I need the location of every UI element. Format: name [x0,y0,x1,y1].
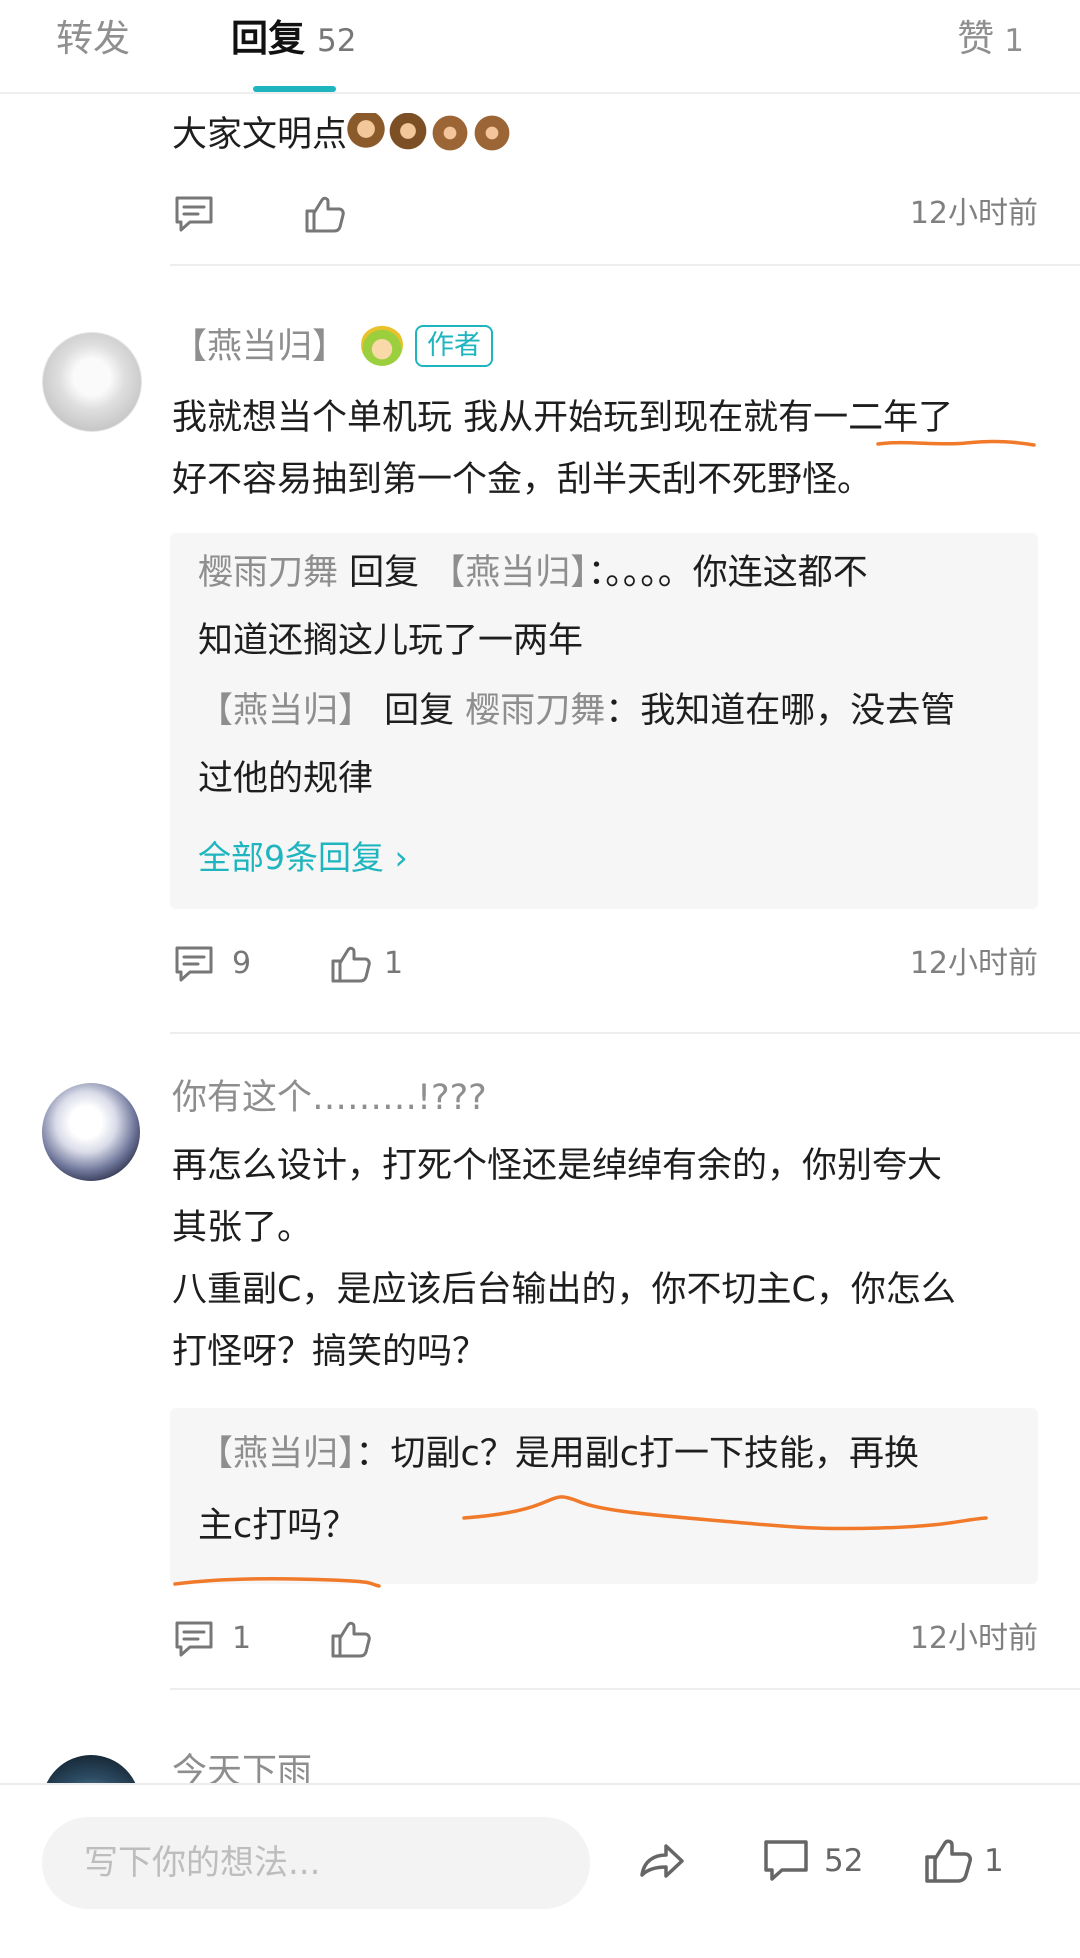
monkey-emoji-icon [347,113,386,153]
comment-input[interactable]: 写下你的想法... [42,1817,590,1909]
reply-item: 樱雨刀舞 回复 【燕当归】：。。。。你连这都不 [198,539,1018,607]
avatar[interactable] [42,1083,140,1181]
comment-text-content: 大家文明点 [172,115,348,155]
handwritten-underline-annotation [173,1577,381,1588]
comment-text-line: 打怪呀？搞笑的吗？ [172,1332,488,1372]
reply-text: 过他的规律 [198,759,374,799]
active-tab-indicator [253,86,336,92]
comment-author-name: 【燕当归】 [172,327,348,367]
view-all-replies-link[interactable]: 全部9条回复 › [198,835,408,881]
handwritten-underline-annotation [462,1495,988,1531]
view-all-replies-label: 全部9条回复 [198,838,384,877]
chevron-right-icon: › [394,838,408,877]
like-icon[interactable] [328,1617,372,1661]
reply-text: ：。。。。你连这都不 [587,553,868,593]
comment-time: 12小时前 [909,196,1038,231]
tab-bar: 转发 回复 52 赞1 [0,0,1080,94]
reply-text: 知道还搁这儿玩了一两年 [198,621,584,661]
author-badge: 作者 [415,325,494,367]
tab-like[interactable]: 赞1 [957,14,1024,66]
monkey-emoji-icon [389,113,428,153]
comment-author[interactable]: 你有这个………!??? [172,1075,487,1121]
comment-text-line: 其张了。 [172,1208,313,1248]
comment-icon[interactable] [760,1835,812,1887]
tab-like-label: 赞 [957,17,995,60]
comment-text-line: 好不容易抽到第一个金，刮半天刮不死野怪。 [172,460,873,500]
comment-text: 大家文明点 [172,104,1042,166]
comment-divider [170,1032,1080,1034]
bottom-action-bar: 写下你的想法... 52 1 [0,1783,1080,1958]
comment-time: 12小时前 [909,946,1038,981]
reply-text: ：切副c？是用副c打一下技能，再换 [355,1434,920,1474]
reply-author[interactable]: 樱雨刀舞 [198,553,338,593]
tab-reply-label: 回复 [231,17,305,60]
reply-preview-box[interactable]: 樱雨刀舞 回复 【燕当归】：。。。。你连这都不 知道还搁这儿玩了一两年 【燕当归… [170,533,1038,909]
comment-time: 12小时前 [909,1621,1038,1656]
like-icon[interactable] [922,1835,974,1887]
avatar[interactable] [42,332,142,432]
handwritten-underline-annotation [876,439,1036,447]
reply-author[interactable]: 【燕当归】 [198,691,373,731]
like-count: 1 [984,1843,1004,1879]
comment-icon[interactable] [172,942,216,986]
tab-forward-label: 转发 [56,17,130,60]
comment-actions: 12小时前 [172,190,1038,240]
comment-text: 再怎么设计，打死个怪还是绰绰有余的，你别夸大 其张了。 八重副C，是应该后台输出… [172,1135,1042,1383]
like-icon[interactable] [302,192,346,236]
reply-target[interactable]: 【燕当归】 [430,553,588,593]
tab-reply[interactable]: 回复 52 [231,14,356,66]
reply-count: 9 [232,946,252,981]
reply-verb: 回复 [373,691,466,731]
see-no-evil-monkey-emoji-icon [431,113,470,153]
reply-text: ：我知道在哪，没去管 [605,691,956,731]
see-no-evil-monkey-emoji-icon [473,113,512,153]
author-avatar-badge-icon [361,324,404,366]
comment-text-line: 再怎么设计，打死个怪还是绰绰有余的，你别夸大 [172,1146,943,1186]
comment-actions: 9 1 12小时前 [172,940,1038,990]
reply-item: 【燕当归】 回复 樱雨刀舞：我知道在哪，没去管 [198,677,1018,745]
tab-reply-count: 52 [317,23,357,59]
comment-divider [170,264,1080,266]
comment-author[interactable]: 【燕当归】 作者 [172,324,494,370]
like-icon[interactable] [328,942,372,986]
comment-divider [170,1688,1080,1690]
comment-icon[interactable] [172,1617,216,1661]
tab-forward[interactable]: 转发 [56,14,130,64]
like-count: 1 [384,946,404,981]
reply-count: 1 [232,1621,252,1656]
reply-target[interactable]: 樱雨刀舞 [465,691,605,731]
reply-author[interactable]: 【燕当归】 [198,1434,356,1474]
tab-like-count: 1 [1004,23,1024,59]
reply-verb: 回复 [338,553,431,593]
comment-input-placeholder: 写下你的想法... [84,1843,321,1883]
comment-icon[interactable] [172,192,216,236]
comment-actions: 1 12小时前 [172,1615,1038,1665]
reply-item: 【燕当归】：切副c？是用副c打一下技能，再换 [198,1420,1018,1488]
share-icon[interactable] [636,1835,688,1887]
comment-count: 52 [824,1843,864,1879]
comment-text-line: 八重副C，是应该后台输出的，你不切主C，你怎么 [172,1270,956,1310]
